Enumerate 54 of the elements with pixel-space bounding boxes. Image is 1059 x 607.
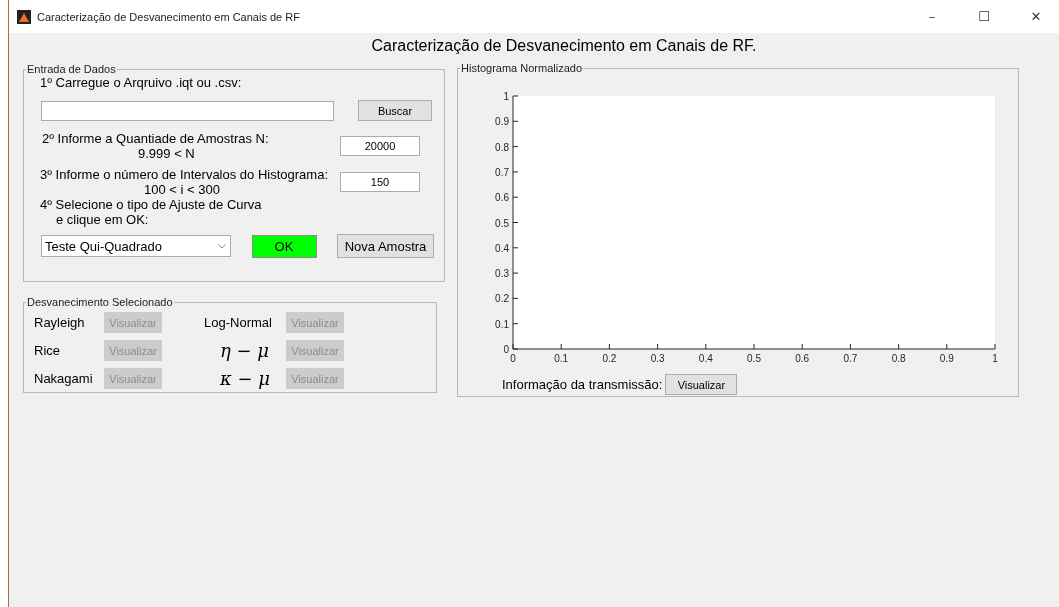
distribution-label: Rayleigh xyxy=(34,315,86,330)
range-hint: 100 < i < 300 xyxy=(144,182,220,197)
page-heading: Caracterização de Desvanecimento em Canais de RF. xyxy=(370,36,758,56)
x-tick-label: 0.8 xyxy=(891,353,906,364)
step-label: 1º Carregue o Arqruivo .iqt ou .csv: xyxy=(39,75,243,90)
y-tick-label: 0.5 xyxy=(495,217,509,229)
x-tick-label: 0.2 xyxy=(602,353,617,364)
x-tick-label: 0.6 xyxy=(795,353,810,364)
samples-field[interactable]: 20000 xyxy=(340,136,420,156)
y-tick-label: 0.7 xyxy=(495,166,509,178)
fit-type-dropdown[interactable]: Teste Qui-Quadrado xyxy=(41,235,231,257)
close-button[interactable]: ✕ xyxy=(1013,0,1059,33)
distribution-label: Nakagami xyxy=(34,371,94,386)
panel-title: Histograma Normalizado xyxy=(460,62,584,74)
y-tick-label: 0 xyxy=(503,344,509,355)
y-tick-label: 0.4 xyxy=(495,242,509,254)
x-tick-label: 0.5 xyxy=(747,353,761,364)
visualize-button[interactable]: Visualizar xyxy=(665,374,738,395)
y-tick-label: 0.8 xyxy=(495,141,509,153)
x-tick-label: 0.3 xyxy=(650,353,665,364)
x-tick-label: 1 xyxy=(992,353,998,364)
y-tick-label: 0.2 xyxy=(495,293,509,305)
browse-button[interactable]: Buscar xyxy=(358,100,432,121)
x-tick-label: 0.1 xyxy=(554,353,569,364)
y-tick-label: 1 xyxy=(503,91,509,102)
step-label: 2º Informe a Quantiade de Amostras N: xyxy=(42,131,269,146)
x-tick-label: 0 xyxy=(510,353,516,364)
y-tick-label: 0.3 xyxy=(495,268,509,280)
transmission-label: Informação da transmissão: xyxy=(502,377,663,392)
app-icon xyxy=(17,9,31,24)
y-tick-label: 0.1 xyxy=(495,318,509,330)
window-title: Caracterização de Desvanecimento em Canais de RF xyxy=(37,10,301,23)
file-path-field[interactable] xyxy=(41,100,334,121)
distribution-label: Rice xyxy=(34,343,61,358)
formula-label: κ − μ xyxy=(219,368,272,389)
y-tick-label: 0.9 xyxy=(495,116,509,128)
chevron-down-icon xyxy=(218,243,226,249)
y-tick-label: 0.6 xyxy=(495,192,509,204)
step-label: 3º Informe o número de Intervalos do Histograma: xyxy=(40,167,328,182)
panel-title: Entrada de Dados xyxy=(26,63,117,75)
ok-button[interactable]: OK xyxy=(251,234,317,258)
intervals-field[interactable]: 150 xyxy=(340,172,420,192)
formula-label: η − μ xyxy=(219,340,270,361)
distribution-label: Log-Normal xyxy=(204,315,273,330)
x-tick-label: 0.4 xyxy=(698,353,713,364)
step-label: 4º Selecione o tipo de Ajuste de Curva xyxy=(39,197,263,212)
step-label: e clique em OK: xyxy=(55,212,150,227)
panel-title: Desvanecimento Selecionado xyxy=(26,296,174,308)
range-hint: 9.999 < N xyxy=(138,146,195,161)
new-sample-button[interactable]: Nova Amostra xyxy=(337,234,434,258)
minimize-button[interactable]: – xyxy=(909,0,955,33)
maximize-button[interactable]: ☐ xyxy=(961,0,1007,33)
x-tick-label: 0.9 xyxy=(939,353,954,364)
x-tick-label: 0.7 xyxy=(843,353,858,364)
